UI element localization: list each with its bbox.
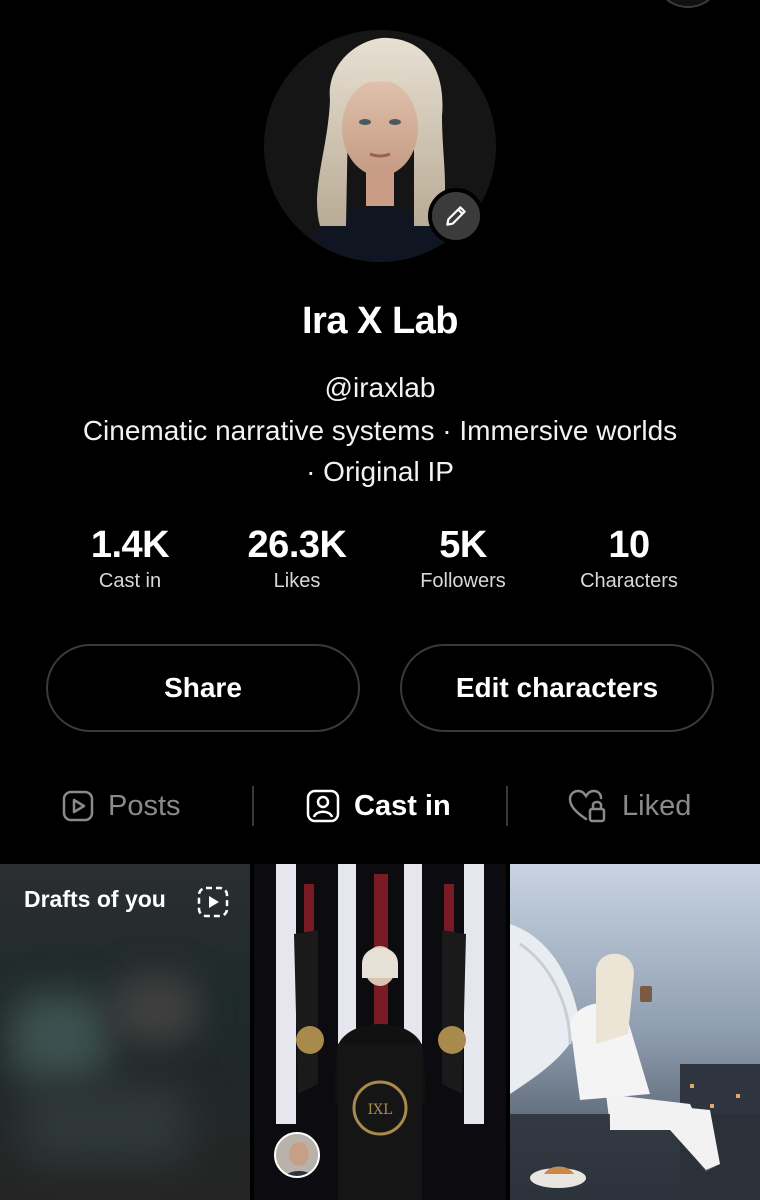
profile-handle: @iraxlab [324, 372, 436, 403]
edit-avatar-button[interactable] [428, 188, 484, 244]
stat-label: Likes [273, 570, 321, 592]
top-corner-button[interactable] [656, 0, 720, 8]
drafts-tile[interactable]: Drafts of you [0, 864, 250, 1200]
creator-avatar[interactable] [274, 1132, 320, 1178]
stat-likes[interactable]: 26.3K Likes [207, 522, 387, 593]
stat-value: 26.3K [247, 524, 347, 566]
edit-characters-button[interactable]: Edit characters [400, 644, 714, 732]
bio-line: Cinematic narrative systems · Immersive … [82, 415, 678, 446]
drafts-label: Drafts of you [24, 886, 166, 912]
stat-cast-in[interactable]: 1.4K Cast in [40, 522, 220, 593]
tab-posts[interactable]: Posts [62, 770, 181, 842]
stat-value: 10 [608, 524, 650, 566]
tab-label: Liked [622, 789, 692, 822]
blurred-preview [20, 1084, 190, 1164]
svg-text:IXL: IXL [368, 1102, 393, 1118]
tab-label: Cast in [354, 789, 451, 822]
tab-divider [252, 786, 254, 826]
stat-value: 1.4K [90, 524, 170, 566]
profile-stats: 1.4K Cast in 26.3K Likes 5K Followers 10… [0, 522, 760, 602]
angel-thumbnail [510, 864, 760, 1200]
profile-name: Ira X Lab [302, 300, 459, 342]
stat-value: 5K [439, 524, 487, 566]
bio-line: · Original IP [306, 456, 454, 487]
tab-divider [506, 786, 508, 826]
stat-label: Characters [580, 570, 678, 592]
stat-characters[interactable]: 10 Characters [539, 522, 719, 593]
profile-tabs: Posts Cast in Liked [0, 770, 760, 842]
blurred-preview [10, 994, 110, 1084]
stat-label: Cast in [98, 570, 162, 592]
tab-liked[interactable]: Liked [568, 770, 691, 842]
pencil-icon [446, 206, 466, 226]
stat-label: Followers [420, 570, 506, 592]
profile-avatar-container [264, 30, 496, 262]
share-button[interactable]: Share [46, 644, 360, 732]
blurred-preview [110, 974, 200, 1044]
tab-cast-in[interactable]: Cast in [306, 770, 451, 842]
video-tile-angel[interactable] [510, 864, 760, 1200]
content-grid: Drafts of you IXL [0, 864, 760, 1200]
play-square-icon [62, 790, 94, 822]
tab-label: Posts [108, 789, 181, 822]
video-tile-stage[interactable]: IXL [254, 864, 506, 1200]
heart-lock-icon [568, 789, 606, 823]
stat-followers[interactable]: 5K Followers [373, 522, 553, 593]
person-square-icon [306, 789, 340, 823]
profile-bio: Cinematic narrative systems · Immersive … [40, 410, 720, 492]
drafts-play-icon [197, 886, 229, 918]
